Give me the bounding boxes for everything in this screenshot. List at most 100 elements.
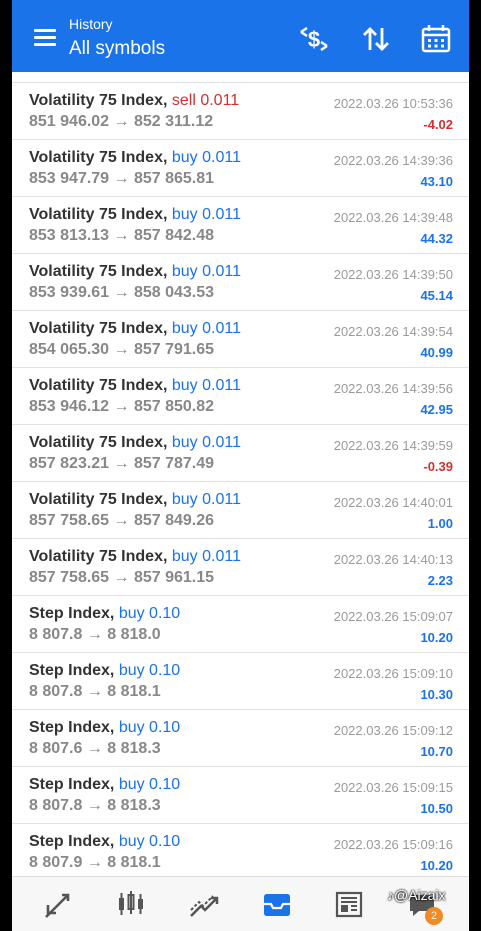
trade-profit: 2.23 <box>427 573 453 588</box>
trade-symbol: Step Index, buy 0.10 <box>29 776 180 794</box>
quotes-icon[interactable] <box>42 887 76 921</box>
trade-time: 2022.03.26 14:39:56 <box>333 381 453 396</box>
symbol-name: Step Index, <box>29 605 115 622</box>
trade-side: buy 0.10 <box>118 776 181 793</box>
trade-time: 2022.03.26 15:09:12 <box>333 723 453 738</box>
trade-time: 2022.03.26 15:09:07 <box>333 609 453 624</box>
trade-row[interactable]: Step Index, buy 0.10 8 807.9 → 8 818.1 202… <box>12 824 469 881</box>
bottom-navigation: 2 <box>12 876 469 931</box>
trade-profit: 10.20 <box>420 630 453 645</box>
symbol-name: Step Index, <box>29 776 115 793</box>
trade-side: buy 0.011 <box>171 149 241 166</box>
menu-icon[interactable] <box>34 29 56 47</box>
trade-prices: 8 807.6 → 8 818.3 <box>29 740 161 757</box>
symbol-name: Volatility 75 Index, <box>29 548 168 565</box>
trade-row[interactable]: Volatility 75 Index, buy 0.011 857 758.65… <box>12 482 469 539</box>
trade-side: buy 0.011 <box>171 206 241 223</box>
symbol-name: Volatility 75 Index, <box>29 377 168 394</box>
trade-prices: 857 823.21 → 857 787.49 <box>29 455 215 472</box>
trade-prices: 8 807.8 → 8 818.3 <box>29 797 161 814</box>
trade-row[interactable]: Step Index, buy 0.10 8 807.8 → 8 818.0 202… <box>12 596 469 653</box>
trade-row[interactable]: Volatility 75 Index, buy 0.011 857 758.65… <box>12 539 469 596</box>
currency-exchange-icon[interactable]: $ <box>297 22 331 56</box>
trade-profit: 40.99 <box>420 345 453 360</box>
symbol-name: Step Index, <box>29 662 115 679</box>
header-title[interactable]: All symbols <box>69 38 165 60</box>
trade-symbol: Volatility 75 Index, buy 0.011 <box>29 149 241 167</box>
trade-side: buy 0.011 <box>171 548 241 565</box>
trade-side: sell 0.011 <box>171 92 240 109</box>
trade-prices: 857 758.65 → 857 849.26 <box>29 512 215 529</box>
chart-icon[interactable] <box>114 887 148 921</box>
trade-row[interactable]: Volatility 75 Index, buy 0.011 853 947.79… <box>12 140 469 197</box>
trade-time: 2022.03.26 15:09:10 <box>333 666 453 681</box>
trade-symbol: Volatility 75 Index, buy 0.011 <box>29 263 241 281</box>
trade-symbol: Volatility 75 Index, buy 0.011 <box>29 206 241 224</box>
symbol-name: Volatility 75 Index, <box>29 491 168 508</box>
trade-profit: 43.10 <box>420 174 453 189</box>
trade-symbol: Volatility 75 Index, buy 0.011 <box>29 491 241 509</box>
trade-time: 2022.03.26 14:39:36 <box>333 153 453 168</box>
trade-profit: 45.14 <box>420 288 453 303</box>
trade-time: 2022.03.26 14:39:48 <box>333 210 453 225</box>
trade-icon[interactable] <box>187 887 221 921</box>
trade-symbol: Volatility 75 Index, buy 0.011 <box>29 434 241 452</box>
trade-profit: 10.50 <box>420 801 453 816</box>
trade-time: 2022.03.26 14:39:59 <box>333 438 453 453</box>
trade-time: 2022.03.26 14:40:13 <box>333 552 453 567</box>
calendar-icon[interactable] <box>419 22 453 56</box>
symbol-name: Volatility 75 Index, <box>29 434 168 451</box>
trade-profit: 10.30 <box>420 687 453 702</box>
trade-profit: -0.39 <box>423 459 453 474</box>
trade-row[interactable]: Step Index, buy 0.10 8 807.6 → 8 818.3 202… <box>12 710 469 767</box>
trade-time: 2022.03.26 15:09:15 <box>333 780 453 795</box>
trade-side: buy 0.011 <box>171 491 241 508</box>
symbol-name: Volatility 75 Index, <box>29 263 168 280</box>
history-icon[interactable] <box>260 887 294 921</box>
trade-row[interactable]: Volatility 75 Index, buy 0.011 853 939.61… <box>12 254 469 311</box>
trade-profit: 44.32 <box>420 231 453 246</box>
trade-row[interactable]: Volatility 75 Index, buy 0.011 854 065.30… <box>12 311 469 368</box>
trade-side: buy 0.011 <box>171 263 241 280</box>
trade-prices: 8 807.8 → 8 818.1 <box>29 683 161 700</box>
trade-profit: -4.02 <box>423 117 453 132</box>
trade-profit: 42.95 <box>420 402 453 417</box>
trade-time: 2022.03.26 14:39:54 <box>333 324 453 339</box>
trade-symbol: Volatility 75 Index, sell 0.011 <box>29 92 239 110</box>
trade-symbol: Volatility 75 Index, buy 0.011 <box>29 377 241 395</box>
trade-profit: 1.00 <box>427 516 453 531</box>
trade-prices: 853 939.61 → 858 043.53 <box>29 284 215 301</box>
trade-prices: 8 807.8 → 8 818.0 <box>29 626 161 643</box>
trade-time: 2022.03.26 15:09:16 <box>333 837 453 852</box>
trade-time: 2022.03.26 10:53:36 <box>333 96 453 111</box>
trade-prices: 853 813.13 → 857 842.48 <box>29 227 215 244</box>
trade-prices: 857 758.65 → 857 961.15 <box>29 569 215 586</box>
watermark: ♪@Aizaix <box>387 887 446 903</box>
trade-row[interactable]: Volatility 75 Index, buy 0.011 857 823.21… <box>12 425 469 482</box>
trade-profit: 10.70 <box>420 744 453 759</box>
trade-symbol: Volatility 75 Index, buy 0.011 <box>29 548 241 566</box>
trade-symbol: Step Index, buy 0.10 <box>29 662 180 680</box>
symbol-name: Volatility 75 Index, <box>29 92 168 109</box>
symbol-name: Step Index, <box>29 833 115 850</box>
trade-prices: 8 807.9 → 8 818.1 <box>29 854 161 871</box>
trade-row[interactable]: Volatility 75 Index, sell 0.011 851 946.0… <box>12 83 469 140</box>
app-bar: History All symbols $ <box>12 0 469 72</box>
trade-row[interactable]: Step Index, buy 0.10 8 807.8 → 8 818.3 202… <box>12 767 469 824</box>
symbol-name: Volatility 75 Index, <box>29 206 168 223</box>
trade-side: buy 0.011 <box>171 434 241 451</box>
trade-side: buy 0.011 <box>171 377 241 394</box>
trade-side: buy 0.011 <box>171 320 241 337</box>
trade-prices: 853 947.79 → 857 865.81 <box>29 170 215 187</box>
news-icon[interactable] <box>332 887 366 921</box>
trade-profit: 10.20 <box>420 858 453 873</box>
trade-row[interactable]: Volatility 75 Index, buy 0.011 853 813.13… <box>12 197 469 254</box>
trade-time: 2022.03.26 14:39:50 <box>333 267 453 282</box>
list-top-divider <box>12 72 469 83</box>
trade-row[interactable]: Volatility 75 Index, buy 0.011 853 946.12… <box>12 368 469 425</box>
trade-row[interactable]: Step Index, buy 0.10 8 807.8 → 8 818.1 202… <box>12 653 469 710</box>
symbol-name: Step Index, <box>29 719 115 736</box>
app-screen: History All symbols $ Volatility 75 Inde… <box>12 0 469 931</box>
sort-icon[interactable] <box>359 22 393 56</box>
trade-side: buy 0.10 <box>118 833 181 850</box>
